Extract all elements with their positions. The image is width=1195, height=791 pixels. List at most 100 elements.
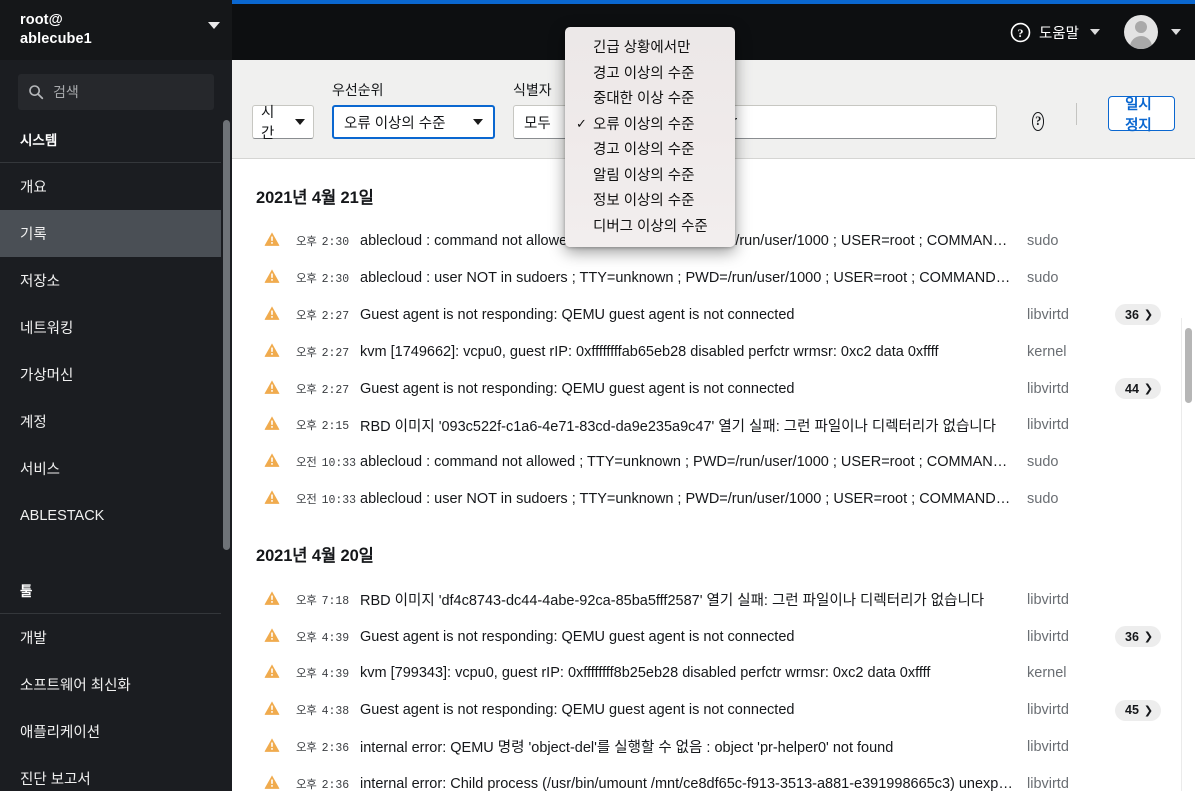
sidebar-section-tools: 툴 bbox=[0, 573, 232, 614]
sidebar-item-overview[interactable]: 개요 bbox=[0, 163, 232, 210]
log-entry-row[interactable]: 오후 2:27 kvm [1749662]: vcpu0, guest rIP: 0… bbox=[256, 333, 1171, 370]
log-entry-row[interactable]: 오후 2:15 RBD 이미지 '093c522f-c1a6-4e71-83cd-d… bbox=[256, 407, 1171, 444]
severity-dropdown-menu[interactable]: ✓긴급 상황에서만✓경고 이상의 수준✓중대한 이상 수준✓오류 이상의 수준✓… bbox=[565, 27, 735, 247]
log-entry-meridiem: 오후 bbox=[296, 705, 317, 718]
log-entry-count-badge[interactable]: 44 ❯ bbox=[1115, 378, 1162, 400]
severity-menu-item[interactable]: ✓알림 이상의 수준 bbox=[565, 162, 735, 188]
log-entry-count-badge[interactable]: 36 ❯ bbox=[1115, 304, 1162, 326]
chevron-down-icon bbox=[208, 22, 220, 29]
pause-button[interactable]: 일시정지 bbox=[1108, 96, 1175, 134]
sidebar-item-label: ABLESTACK bbox=[20, 507, 105, 524]
log-entry-meridiem: 오후 bbox=[296, 594, 317, 607]
severity-menu-item[interactable]: ✓디버그 이상의 수준 bbox=[565, 213, 735, 239]
log-entry-row[interactable]: 오후 2:36 internal error: Child process (/us… bbox=[256, 765, 1171, 791]
log-entry-message: internal error: Child process (/usr/bin/… bbox=[360, 775, 1027, 791]
sidebar-item-label: 네트워킹 bbox=[20, 321, 74, 337]
warning-icon bbox=[264, 737, 280, 757]
log-list-scrollbar-thumb[interactable] bbox=[1185, 328, 1192, 403]
log-entry-time: 오후 2:36 bbox=[296, 739, 360, 755]
sidebar-item-label: 애플리케이션 bbox=[20, 725, 101, 741]
warning-icon bbox=[264, 416, 280, 431]
sidebar-item-storage[interactable]: 저장소 bbox=[0, 257, 232, 304]
log-entry-clock: 10:33 bbox=[321, 457, 357, 471]
sidebar-item-diagnostic-report[interactable]: 진단 보고서 bbox=[0, 755, 232, 791]
warning-icon bbox=[264, 627, 280, 647]
sidebar-item-ablestack[interactable]: ABLESTACK bbox=[0, 492, 232, 539]
log-entry-count-badge[interactable]: 45 ❯ bbox=[1115, 699, 1162, 721]
log-entry-row[interactable]: 오후 4:39 kvm [799343]: vcpu0, guest rIP: 0x… bbox=[256, 655, 1171, 692]
severity-menu-item[interactable]: ✓경고 이상의 수준 bbox=[565, 136, 735, 162]
log-entry-service: sudo bbox=[1027, 454, 1059, 471]
sidebar-item-accounts[interactable]: 계정 bbox=[0, 398, 232, 445]
severity-menu-item[interactable]: ✓중대한 이상 수준 bbox=[565, 85, 735, 111]
sidebar-item-software-updates[interactable]: 소프트웨어 최신화 bbox=[0, 661, 232, 708]
sidebar-item-applications[interactable]: 애플리케이션 bbox=[0, 708, 232, 755]
log-list-scrollbar[interactable] bbox=[1181, 318, 1195, 791]
log-entry-badge-cell: 36 ❯ bbox=[1115, 626, 1171, 648]
log-entry-row[interactable]: 오후 2:36 internal error: QEMU 명령 'object-de… bbox=[256, 729, 1171, 766]
time-filter-select[interactable]: 시간 bbox=[252, 105, 314, 142]
log-entry-row[interactable]: 오후 7:18 RBD 이미지 'df4c8743-dc44-4abe-92ca-8… bbox=[256, 581, 1171, 618]
severity-menu-item[interactable]: ✓정보 이상의 수준 bbox=[565, 187, 735, 213]
warning-icon bbox=[264, 489, 280, 509]
log-entry-clock: 7:18 bbox=[321, 594, 350, 608]
log-entry-meridiem: 오후 bbox=[296, 778, 317, 791]
sidebar-item-label: 개요 bbox=[20, 180, 47, 196]
log-entry-count: 36 bbox=[1125, 307, 1139, 322]
warning-icon bbox=[264, 343, 280, 357]
chevron-right-icon: ❯ bbox=[1143, 704, 1154, 717]
sidebar-item-label: 계정 bbox=[20, 415, 47, 431]
user-menu-button[interactable] bbox=[1124, 15, 1181, 49]
sidebar-item-label: 서비스 bbox=[20, 462, 61, 478]
log-entry-clock: 10:33 bbox=[321, 493, 357, 507]
sidebar-item-networking[interactable]: 네트워킹 bbox=[0, 304, 232, 351]
log-entry-row[interactable]: 오후 2:27 Guest agent is not responding: QEM… bbox=[256, 370, 1171, 407]
time-filter-label bbox=[252, 80, 314, 98]
sidebar-section-system: 시스템 bbox=[0, 122, 232, 163]
severity-menu-item[interactable]: ✓경고 이상의 수준 bbox=[565, 60, 735, 86]
time-filter-group: 시간 bbox=[252, 80, 314, 158]
sidebar-user-switcher[interactable]: root@ ablecube1 bbox=[0, 0, 232, 60]
sidebar-scrollbar-thumb[interactable] bbox=[223, 120, 230, 550]
sidebar-scrollbar[interactable] bbox=[221, 120, 232, 791]
severity-menu-item-label: 디버그 이상의 수준 bbox=[593, 218, 708, 235]
warning-icon bbox=[264, 738, 280, 752]
log-entry-count-badge[interactable]: 36 ❯ bbox=[1115, 626, 1162, 648]
log-entry-message: Guest agent is not responding: QEMU gues… bbox=[360, 702, 795, 719]
help-label: 도움말 bbox=[1038, 25, 1079, 42]
chevron-down-icon bbox=[1171, 29, 1181, 35]
log-entry-clock: 2:15 bbox=[321, 420, 350, 434]
log-entry-time: 오후 4:39 bbox=[296, 629, 360, 645]
log-entry-row[interactable]: 오후 2:27 Guest agent is not responding: QEM… bbox=[256, 297, 1171, 334]
warning-icon bbox=[264, 306, 280, 320]
log-entry-clock: 4:38 bbox=[321, 705, 350, 719]
search-input[interactable]: 검색 bbox=[18, 74, 214, 110]
warning-icon bbox=[264, 452, 280, 472]
severity-menu-item-label: 오류 이상의 수준 bbox=[593, 116, 695, 133]
toolbar-divider bbox=[1076, 103, 1078, 125]
sidebar-item-development[interactable]: 개발 bbox=[0, 614, 232, 661]
log-entry-row[interactable]: 오전 10:33 ablecloud : command not allowed ;… bbox=[256, 444, 1171, 481]
warning-icon bbox=[264, 490, 280, 504]
log-entry-row[interactable]: 오전 10:33 ablecloud : user NOT in sudoers ;… bbox=[256, 481, 1171, 518]
log-entry-count: 36 bbox=[1125, 629, 1139, 644]
severity-menu-item[interactable]: ✓긴급 상황에서만 bbox=[565, 34, 735, 60]
help-menu-button[interactable]: ? 도움말 bbox=[1010, 22, 1100, 43]
warning-icon bbox=[264, 232, 280, 247]
sidebar-item-logs[interactable]: 기록 bbox=[0, 210, 232, 257]
svg-text:?: ? bbox=[1017, 25, 1023, 39]
log-entry-row[interactable]: 오후 2:30 ablecloud : user NOT in sudoers ; … bbox=[256, 260, 1171, 297]
warning-icon bbox=[264, 231, 280, 251]
sidebar-item-virtual-machines[interactable]: 가상머신 bbox=[0, 351, 232, 398]
log-entry-time: 오전 10:33 bbox=[296, 454, 360, 470]
log-entry-service: libvirtd bbox=[1027, 738, 1069, 755]
severity-filter-select[interactable]: 오류 이상의 수준 bbox=[332, 105, 495, 139]
filter-help-icon[interactable]: ? bbox=[1032, 112, 1045, 131]
sidebar-user-host: root@ bbox=[20, 12, 63, 28]
log-entry-row[interactable]: 오후 4:38 Guest agent is not responding: QEM… bbox=[256, 692, 1171, 729]
log-entry-row[interactable]: 오후 4:39 Guest agent is not responding: QEM… bbox=[256, 618, 1171, 655]
log-entry-meridiem: 오후 bbox=[296, 383, 317, 396]
severity-menu-item[interactable]: ✓ 오류 이상의 수준 bbox=[565, 111, 735, 137]
sidebar-item-services[interactable]: 서비스 bbox=[0, 445, 232, 492]
sidebar-item-label: 진단 보고서 bbox=[20, 772, 91, 788]
